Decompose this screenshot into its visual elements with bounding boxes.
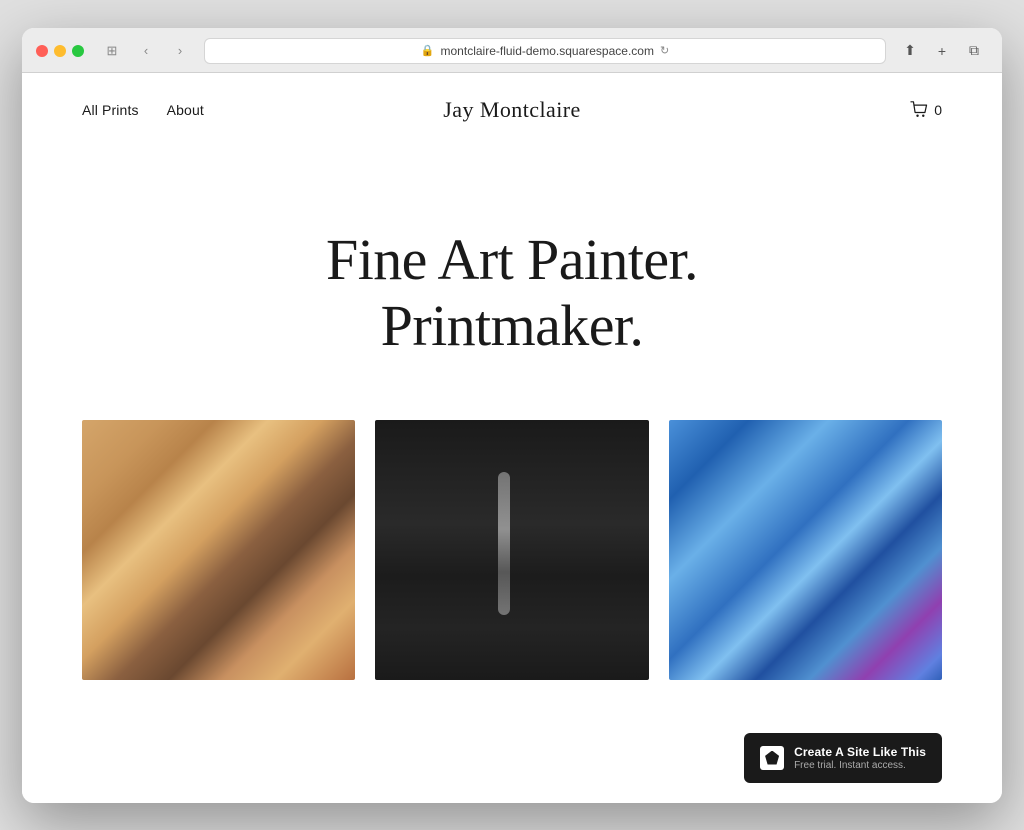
squarespace-cta-text: Create A Site Like This xyxy=(794,745,926,759)
nav-link-all-prints[interactable]: All Prints xyxy=(82,102,139,118)
hero-title: Fine Art Painter. Printmaker. xyxy=(326,227,698,360)
squarespace-logo-mark xyxy=(765,751,779,765)
squarespace-logo xyxy=(760,746,784,770)
site-navigation: All Prints About Jay Montclaire 0 xyxy=(22,73,1002,147)
url-text: montclaire-fluid-demo.squarespace.com xyxy=(441,44,654,58)
cart-button[interactable]: 0 xyxy=(910,101,942,119)
hero-line-1: Fine Art Painter. xyxy=(326,227,698,292)
window-toggle-button[interactable]: ⊞ xyxy=(98,40,126,62)
traffic-lights xyxy=(36,45,84,57)
duplicate-button[interactable]: ⧉ xyxy=(960,40,988,62)
browser-window: ⊞ ‹ › 🔒 montclaire-fluid-demo.squarespac… xyxy=(22,28,1002,803)
fullscreen-button[interactable] xyxy=(72,45,84,57)
gallery-section xyxy=(22,420,1002,680)
back-button[interactable]: ‹ xyxy=(132,40,160,62)
squarespace-sub-text: Free trial. Instant access. xyxy=(794,760,926,771)
nav-center: Jay Montclaire xyxy=(443,97,581,123)
forward-button[interactable]: › xyxy=(166,40,194,62)
nav-left: All Prints About xyxy=(82,102,204,118)
hero-line-2: Printmaker. xyxy=(381,293,644,358)
hero-section: Fine Art Painter. Printmaker. xyxy=(22,147,1002,420)
site-content: All Prints About Jay Montclaire 0 xyxy=(22,73,1002,803)
browser-controls: ⊞ ‹ › xyxy=(98,40,194,62)
reload-icon[interactable]: ↻ xyxy=(660,44,669,57)
cart-icon xyxy=(910,101,930,119)
cart-count: 0 xyxy=(934,102,942,118)
squarespace-banner-text: Create A Site Like This Free trial. Inst… xyxy=(794,745,926,771)
nav-right: 0 xyxy=(910,101,942,119)
address-bar[interactable]: 🔒 montclaire-fluid-demo.squarespace.com … xyxy=(204,38,886,64)
nav-link-about[interactable]: About xyxy=(167,102,204,118)
browser-actions: ⬆ + ⧉ xyxy=(896,40,988,62)
share-button[interactable]: ⬆ xyxy=(896,40,924,62)
gallery-item-dark[interactable] xyxy=(375,420,648,680)
lock-icon: 🔒 xyxy=(421,44,435,57)
gallery-item-blue[interactable] xyxy=(669,420,942,680)
minimize-button[interactable] xyxy=(54,45,66,57)
squarespace-banner[interactable]: Create A Site Like This Free trial. Inst… xyxy=(744,733,942,783)
browser-chrome: ⊞ ‹ › 🔒 montclaire-fluid-demo.squarespac… xyxy=(22,28,1002,73)
close-button[interactable] xyxy=(36,45,48,57)
new-tab-button[interactable]: + xyxy=(928,40,956,62)
gallery-item-warm[interactable] xyxy=(82,420,355,680)
site-title: Jay Montclaire xyxy=(443,97,581,122)
